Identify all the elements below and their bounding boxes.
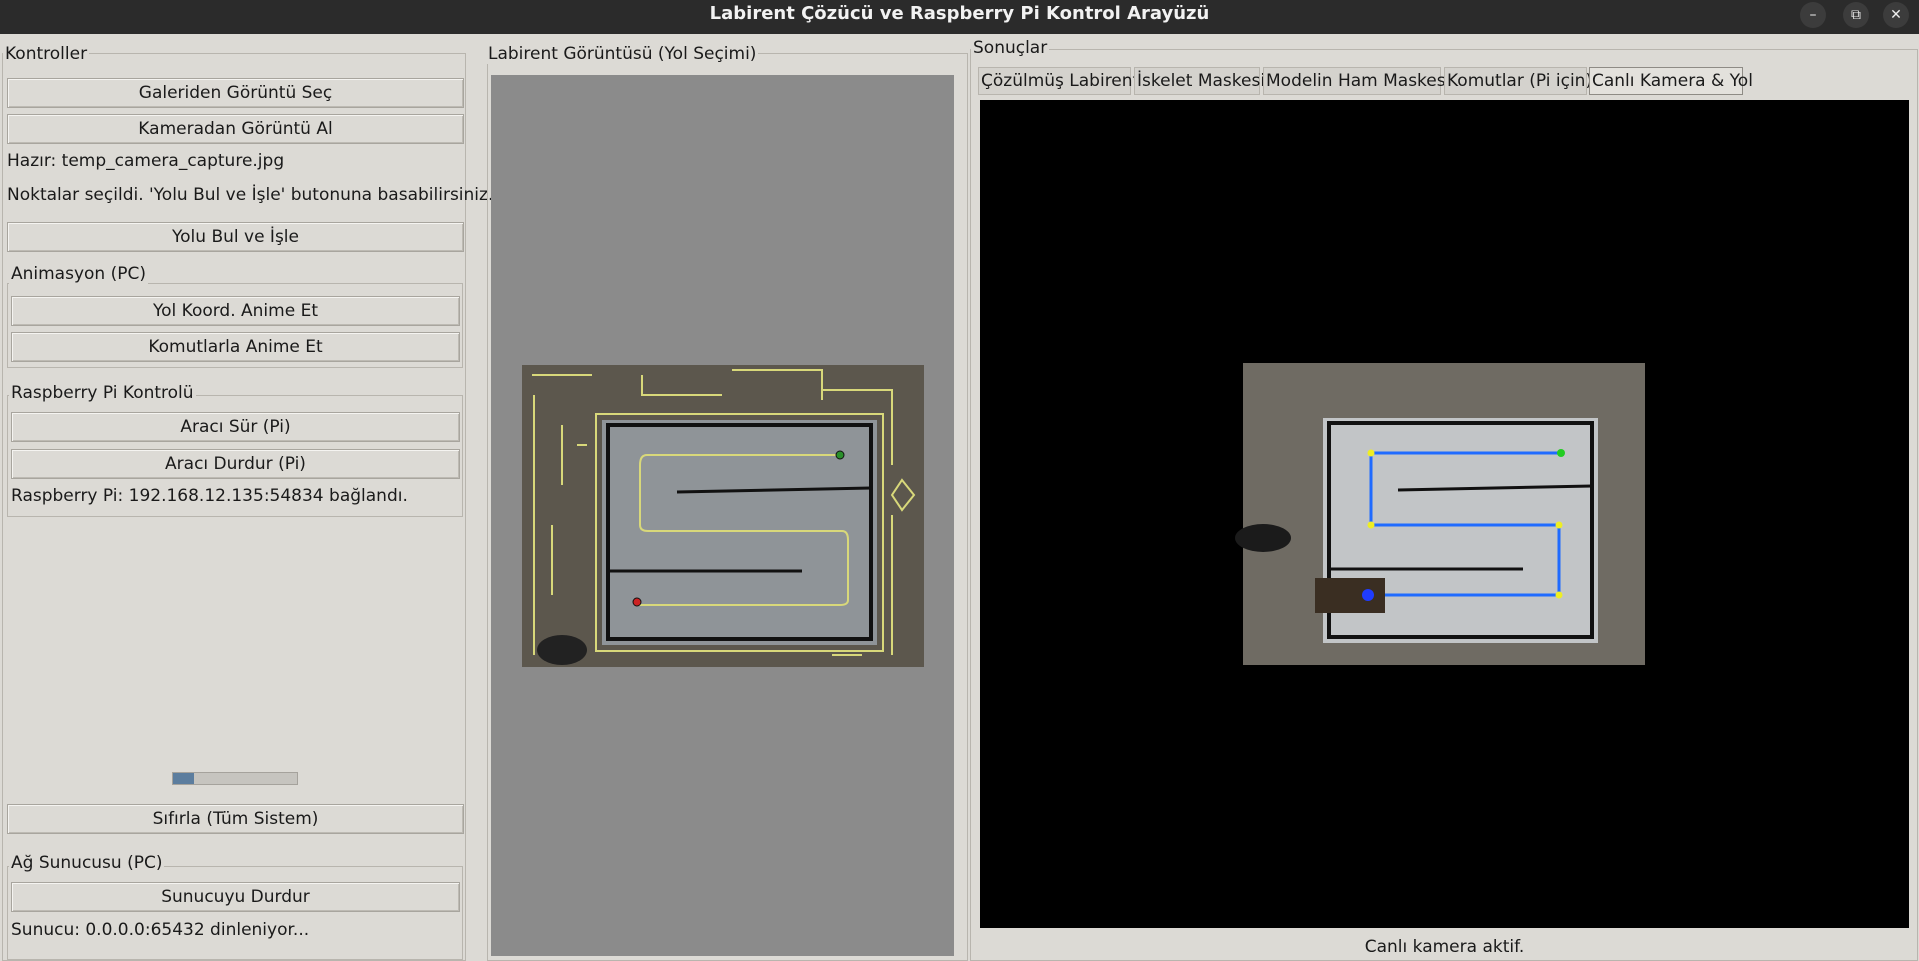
shoe-in-photo [537,635,587,665]
end-point-marker[interactable] [632,597,642,607]
shoe-in-camera [1235,524,1291,552]
drive-vehicle-button[interactable]: Aracı Sür (Pi) [11,412,460,442]
path-waypoint [1367,449,1375,457]
ready-status-text: Hazır: temp_camera_capture.jpg [7,151,285,171]
path-start-marker [1557,449,1565,457]
start-point-marker[interactable] [835,450,845,460]
server-status-text: Sunucu: 0.0.0.0:65432 dinleniyor... [11,920,310,940]
maze-canvas[interactable] [491,75,954,956]
controls-legend: Kontroller [3,44,90,64]
server-frame [7,866,463,960]
gallery-image-button[interactable]: Galeriden Görüntü Seç [7,78,464,108]
tab-solved-maze[interactable]: Çözülmüş Labirent [978,67,1139,95]
window-titlebar: Labirent Çözücü ve Raspberry Pi Kontrol … [0,0,1919,34]
animation-legend: Animasyon (PC) [9,264,148,284]
restore-icon[interactable]: ⧉ [1843,2,1869,28]
server-legend: Ağ Sunucusu (PC) [9,853,165,873]
minimize-icon[interactable]: – [1800,2,1826,28]
find-path-button[interactable]: Yolu Bul ve İşle [7,222,464,252]
window-title: Labirent Çözücü ve Raspberry Pi Kontrol … [709,3,1210,24]
close-icon[interactable]: ✕ [1883,2,1909,28]
maze-selection-image[interactable] [491,75,954,956]
camera-capture-button[interactable]: Kameradan Görüntü Al [7,114,464,144]
maze-image-legend: Labirent Görüntüsü (Yol Seçimi) [486,44,759,64]
tab-live-camera[interactable]: Canlı Kamera & Yol [1589,67,1753,95]
tab-raw-model-mask[interactable]: Modelin Ham Maskesi [1263,67,1450,95]
pi-control-legend: Raspberry Pi Kontrolü [9,383,196,403]
progress-bar [172,772,298,785]
live-camera-frame [1235,363,1645,665]
camera-status-text: Canlı kamera aktif. [1364,937,1525,957]
points-status-text: Noktalar seçildi. 'Yolu Bul ve İşle' but… [7,185,494,205]
tab-skeleton-mask[interactable]: İskelet Maskesi [1134,67,1265,95]
path-waypoint [1555,591,1563,599]
path-waypoint [1367,521,1375,529]
tab-pi-commands[interactable]: Komutlar (Pi için) [1444,67,1592,95]
results-legend: Sonuçlar [971,38,1050,58]
reset-system-button[interactable]: Sıfırla (Tüm Sistem) [7,804,464,834]
animate-coords-button[interactable]: Yol Koord. Anime Et [11,296,460,326]
path-waypoint [1555,521,1563,529]
robot-position-marker [1362,589,1374,601]
stop-vehicle-button[interactable]: Aracı Durdur (Pi) [11,449,460,479]
progress-fill [173,773,195,784]
pi-status-text: Raspberry Pi: 192.168.12.135:54834 bağla… [11,486,408,506]
animate-commands-button[interactable]: Komutlarla Anime Et [11,332,460,362]
live-camera-view [980,100,1909,928]
stop-server-button[interactable]: Sunucuyu Durdur [11,882,460,912]
robot-vehicle [1315,578,1385,613]
